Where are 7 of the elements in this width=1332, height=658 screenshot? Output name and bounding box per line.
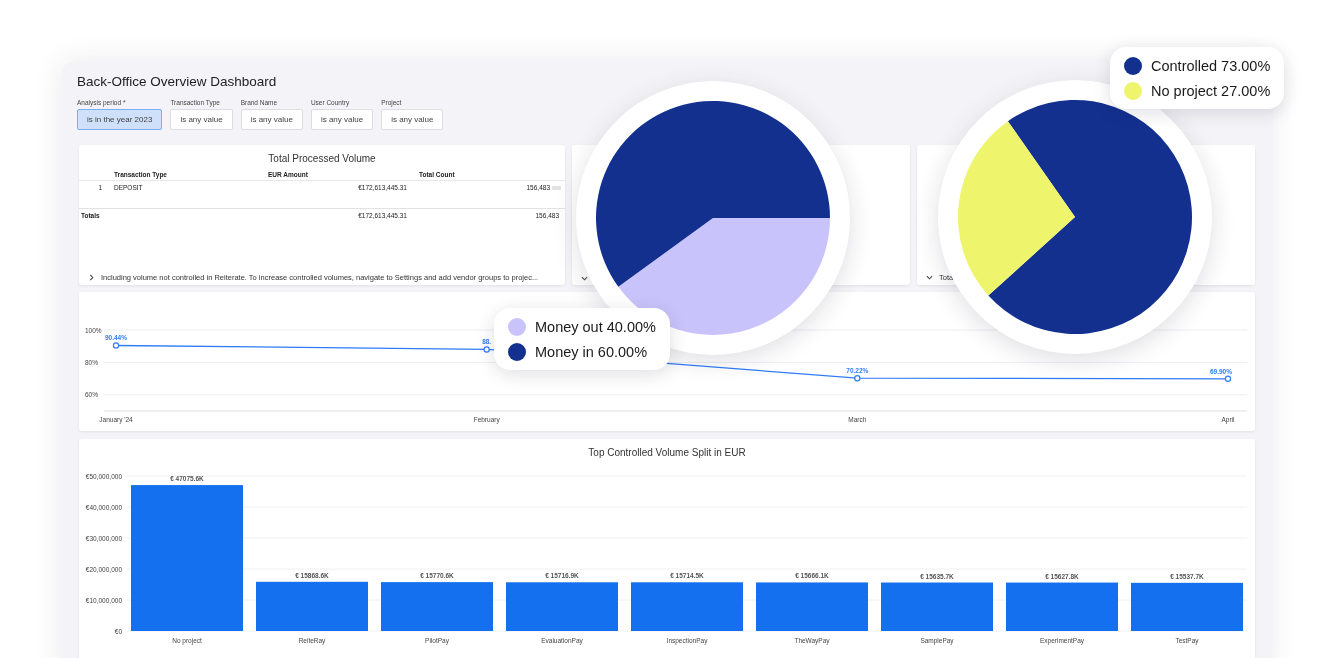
card-title: Total Processed Volume — [267, 153, 377, 164]
legend-label: Controlled 73.00% — [1151, 58, 1271, 74]
dashboard-title: Back-Office Overview Dashboard — [77, 74, 277, 91]
card-title: Top Controlled Volume Split in EUR — [587, 447, 747, 460]
legend-label: Money in 60.00% — [535, 344, 648, 360]
legend-label: Money out 40.00% — [535, 319, 656, 335]
legend-label: No project 27.00% — [1151, 83, 1271, 99]
